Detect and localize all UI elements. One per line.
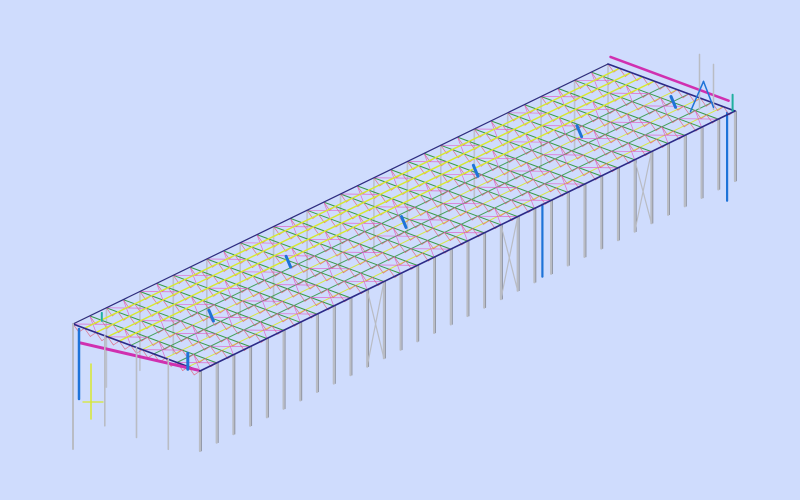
truss-web — [124, 345, 132, 350]
x-brace — [634, 151, 653, 233]
roof-x-brace — [409, 219, 450, 221]
roof-panel-blue — [575, 124, 584, 139]
roof-x-brace — [476, 186, 517, 188]
yellow-purlin — [118, 80, 655, 342]
truss-web — [89, 332, 97, 337]
x-brace — [500, 216, 519, 300]
roof-x-brace — [275, 284, 317, 286]
front-eave-beam — [199, 110, 736, 372]
roof-x-brace — [543, 154, 584, 156]
roof-x-brace — [141, 349, 183, 351]
front-magenta-beam — [79, 341, 199, 372]
roof-x-brace — [610, 121, 651, 123]
vent-frame — [689, 80, 705, 113]
gable-details-group — [72, 323, 190, 451]
roof-x-brace — [208, 316, 250, 318]
roof-panel-blue — [207, 308, 215, 323]
truss-web — [113, 340, 120, 346]
column-bracing-group — [366, 111, 729, 368]
model-viewport[interactable] — [0, 0, 800, 500]
roof-panel-blue — [669, 95, 677, 109]
roof-x-brace — [342, 251, 384, 253]
columns-group — [72, 63, 737, 453]
x-brace — [366, 281, 385, 368]
truss-web — [147, 353, 155, 359]
yellow-purlin — [83, 67, 621, 329]
yellow-purlin — [106, 76, 644, 338]
steel-structure-model — [72, 53, 737, 453]
rear-eave-beam — [72, 63, 609, 325]
